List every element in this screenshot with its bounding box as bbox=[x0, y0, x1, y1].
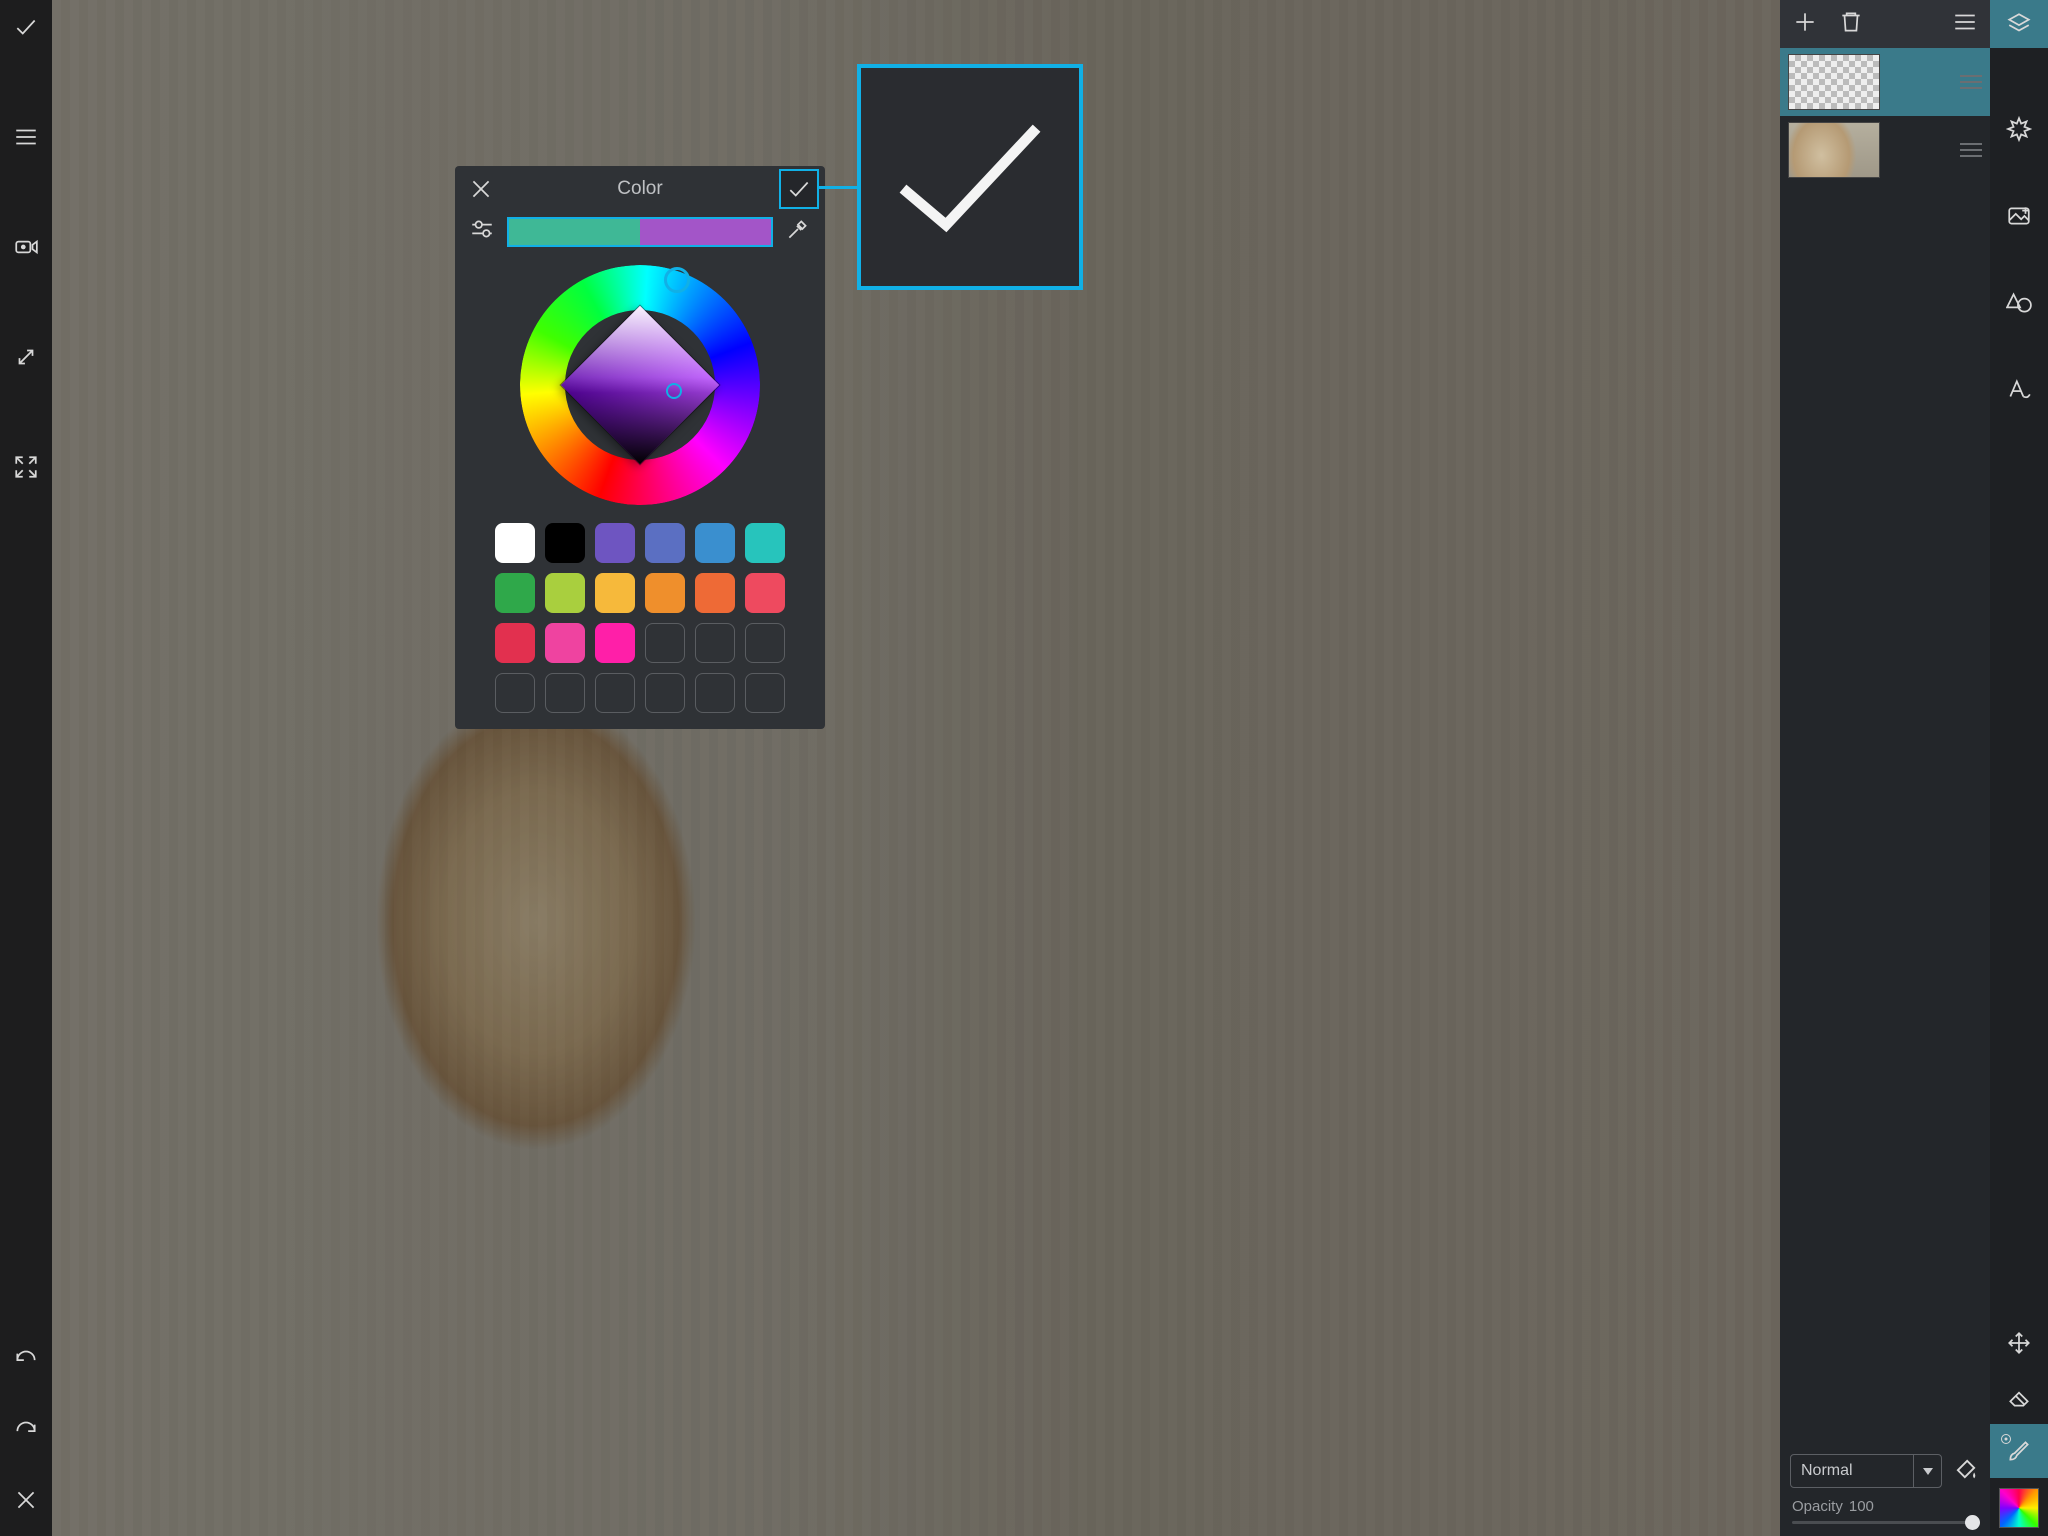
right-rail bbox=[1990, 0, 2048, 1536]
layer-thumbnail bbox=[1788, 54, 1880, 110]
layer-row[interactable] bbox=[1780, 116, 1990, 184]
callout-zoom bbox=[857, 64, 1083, 290]
color-swatch[interactable] bbox=[695, 523, 735, 563]
color-wheel[interactable] bbox=[520, 265, 760, 505]
layer-thumbnail bbox=[1788, 122, 1880, 178]
color-swatch[interactable] bbox=[745, 673, 785, 713]
confirm-icon[interactable] bbox=[13, 14, 39, 45]
color-swatch[interactable] bbox=[495, 673, 535, 713]
color-swatch[interactable] bbox=[595, 573, 635, 613]
image-adjust-icon[interactable] bbox=[2006, 203, 2032, 234]
layer-menu-icon[interactable] bbox=[1952, 9, 1978, 40]
popover-close-button[interactable] bbox=[461, 169, 501, 209]
color-swatch[interactable] bbox=[495, 623, 535, 663]
opacity-label: Opacity bbox=[1792, 1498, 1843, 1515]
color-swatch[interactable] bbox=[645, 523, 685, 563]
opacity-value: 100 bbox=[1849, 1498, 1874, 1515]
eraser-tool-icon[interactable] bbox=[1990, 1370, 2048, 1424]
slider-thumb[interactable] bbox=[1965, 1515, 1980, 1530]
close-icon[interactable] bbox=[13, 1487, 39, 1518]
color-swatch[interactable] bbox=[745, 523, 785, 563]
color-swatch[interactable] bbox=[695, 623, 735, 663]
shapes-icon[interactable] bbox=[2006, 290, 2032, 321]
color-swatch[interactable] bbox=[695, 573, 735, 613]
starburst-icon[interactable] bbox=[2006, 116, 2032, 147]
color-swatch[interactable] bbox=[545, 673, 585, 713]
hue-cursor[interactable] bbox=[664, 267, 690, 293]
opacity-slider[interactable] bbox=[1780, 1521, 1990, 1536]
color-swatch[interactable] bbox=[495, 573, 535, 613]
left-toolbar bbox=[0, 0, 52, 1536]
swatch-grid bbox=[455, 519, 825, 713]
color-swatch[interactable] bbox=[745, 573, 785, 613]
delete-layer-icon[interactable] bbox=[1838, 9, 1864, 40]
transform-arrow-icon[interactable] bbox=[13, 344, 39, 375]
blend-mode-label: Normal bbox=[1791, 1462, 1913, 1480]
color-swatch[interactable] bbox=[645, 623, 685, 663]
color-compare-swatch[interactable] bbox=[507, 217, 773, 247]
new-color-swatch bbox=[640, 219, 771, 245]
color-swatch[interactable] bbox=[495, 523, 535, 563]
color-swatch[interactable] bbox=[545, 523, 585, 563]
popover-title: Color bbox=[501, 178, 779, 200]
undo-icon[interactable] bbox=[13, 1345, 39, 1376]
color-swatch[interactable] bbox=[595, 523, 635, 563]
dropdown-caret-icon bbox=[1913, 1454, 1941, 1488]
drag-handle-icon[interactable] bbox=[1960, 75, 1982, 89]
current-color-swatch bbox=[509, 219, 640, 245]
color-swatch[interactable] bbox=[695, 673, 735, 713]
redo-icon[interactable] bbox=[13, 1416, 39, 1447]
color-swatch[interactable] bbox=[545, 573, 585, 613]
color-swatch[interactable] bbox=[645, 673, 685, 713]
color-popover: Color bbox=[455, 166, 825, 729]
add-layer-icon[interactable] bbox=[1792, 9, 1818, 40]
record-icon[interactable] bbox=[13, 234, 39, 265]
fullscreen-icon[interactable] bbox=[13, 454, 39, 485]
color-swatch[interactable] bbox=[645, 573, 685, 613]
callout-connector bbox=[819, 186, 859, 189]
text-tool-icon[interactable] bbox=[2006, 377, 2032, 408]
color-swatch[interactable] bbox=[595, 673, 635, 713]
drag-handle-icon[interactable] bbox=[1960, 143, 1982, 157]
sliders-icon[interactable] bbox=[469, 216, 495, 247]
sv-cursor[interactable] bbox=[666, 383, 682, 399]
eyedropper-icon[interactable] bbox=[785, 216, 811, 247]
layers-panel: Normal Opacity 100 bbox=[1780, 0, 1990, 1536]
popover-confirm-button[interactable] bbox=[779, 169, 819, 209]
fill-bucket-icon[interactable] bbox=[1952, 1455, 1980, 1488]
move-tool-icon[interactable] bbox=[1990, 1316, 2048, 1370]
color-swatch[interactable] bbox=[545, 623, 585, 663]
color-picker-chip[interactable] bbox=[1999, 1488, 2039, 1528]
layers-toolbar bbox=[1780, 0, 1990, 48]
color-swatch[interactable] bbox=[595, 623, 635, 663]
color-swatch[interactable] bbox=[745, 623, 785, 663]
layers-tab-icon[interactable] bbox=[1990, 0, 2048, 48]
layer-row[interactable] bbox=[1780, 48, 1990, 116]
menu-icon[interactable] bbox=[13, 124, 39, 155]
blend-mode-select[interactable]: Normal bbox=[1790, 1454, 1942, 1488]
brush-tool-icon[interactable] bbox=[1990, 1424, 2048, 1478]
